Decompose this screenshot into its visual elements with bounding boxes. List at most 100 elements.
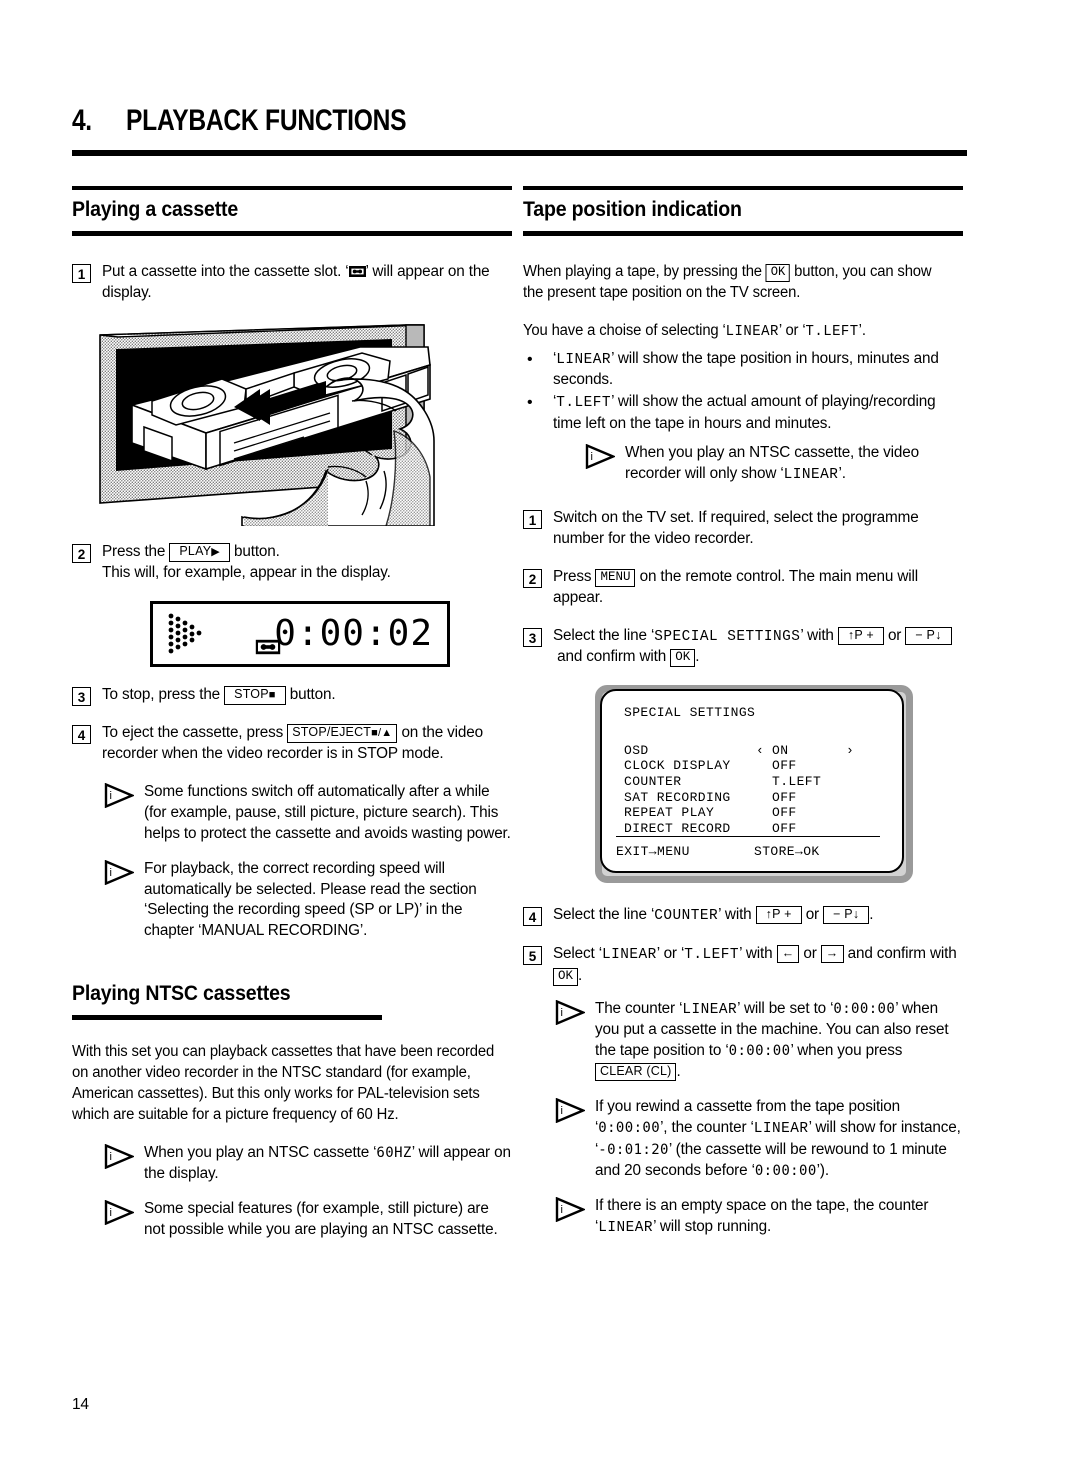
note-text: When you play an NTSC cassette, the vide… <box>625 443 963 486</box>
step-2: 2 Press the PLAY▶ button. This will, for … <box>72 542 512 584</box>
ok-button-key[interactable]: OK <box>765 264 791 282</box>
osd-menu-row[interactable]: DIRECT RECORD OFF <box>624 821 886 837</box>
step3-mid3: and confirm with <box>557 648 667 666</box>
step2-before: Press <box>553 567 592 585</box>
play-button-key[interactable]: PLAY▶ <box>169 542 230 562</box>
chapter-divider <box>72 150 967 156</box>
stop-eject-button-key[interactable]: STOP/EJECT■/▲ <box>287 723 398 743</box>
step5-mid1: ’ with <box>739 944 773 962</box>
step4-mid2: or <box>805 906 820 924</box>
choice-paragraph: You have a choise of selecting ‘LINEAR’ … <box>523 321 950 343</box>
nc-t1: The counter ‘ <box>595 999 683 1017</box>
menu-item-special-settings: SPECIAL SETTINGS <box>654 628 801 645</box>
osd-row-value: OFF <box>772 758 797 774</box>
svg-text:i: i <box>110 867 112 879</box>
step4-text-before: To eject the cassette, press <box>102 723 284 741</box>
osd-right-arrow-icon[interactable]: › <box>846 743 864 759</box>
osd-row-label: CLOCK DISPLAY <box>624 758 731 774</box>
clear-button-key[interactable]: CLEAR (CL) <box>595 1063 677 1082</box>
osd-footer-divider <box>616 835 880 838</box>
step-3: 3 Select the line ‘SPECIAL SETTINGS’ wit… <box>523 626 963 669</box>
ok-button-key[interactable]: OK <box>553 967 579 986</box>
info-triangle-icon: i <box>104 1143 136 1170</box>
bullet-marker: • <box>527 394 533 412</box>
note-text: If you rewind a cassette from the tape p… <box>595 1097 963 1182</box>
bullet-text: ‘LINEAR’ will show the tape position in … <box>553 349 939 389</box>
osd-row-label: OSD <box>624 742 649 758</box>
osd-menu-row[interactable]: CLOCK DISPLAY OFF <box>624 758 886 774</box>
left-column: Playing a cassette 1 Put a cassette into… <box>72 186 512 1255</box>
menu-button-key[interactable]: MENU <box>595 568 636 587</box>
manual-page: 4. PLAYBACK FUNCTIONS Playing a cassette… <box>0 0 1080 1473</box>
arrow-left-button-key[interactable]: ← <box>776 944 800 963</box>
play-key-label: PLAY <box>179 543 212 558</box>
osd-left-arrow-icon[interactable]: ‹ <box>756 743 772 759</box>
step4-before: Select the line ‘ <box>553 906 655 924</box>
option-linear: LINEAR <box>601 946 657 963</box>
segment-counter-zero: 0:00:00 <box>833 1000 896 1017</box>
note-text: If there is an empty space on the tape, … <box>595 1196 963 1239</box>
right-column: Tape position indication When playing a … <box>523 186 963 1253</box>
osd-menu-row[interactable]: COUNTER T.LEFT <box>624 774 886 790</box>
arrow-right-button-key[interactable]: → <box>820 944 844 963</box>
ok-key-label: OK <box>558 968 574 983</box>
step-text: To eject the cassette, press STOP/EJECT■… <box>102 723 512 765</box>
step-text: Switch on the TV set. If required, selec… <box>553 508 919 547</box>
svg-text:i: i <box>110 1151 112 1163</box>
step-text: Press the PLAY▶ button. This will, for ex… <box>102 542 512 584</box>
section-rule-bottom <box>72 231 512 236</box>
channel-down-button-key[interactable]: − P↓ <box>905 626 952 645</box>
bullet-marker: • <box>527 350 533 368</box>
ok-button-key[interactable]: OK <box>670 649 696 668</box>
step3-text-before: To stop, press the <box>102 685 221 703</box>
arrow-left-icon: ← <box>781 945 795 960</box>
channel-up-button-key[interactable]: ↑P + <box>755 906 802 925</box>
choice-before: You have a choise of selecting ‘ <box>523 321 726 339</box>
step-text: Put a cassette into the cassette slot. ‘… <box>102 262 512 304</box>
channel-down-button-key[interactable]: − P↓ <box>823 906 870 925</box>
segment-counter-zero: 0:00:00 <box>598 1120 661 1137</box>
vfd-display: 0:00:02 <box>150 600 450 667</box>
stop-button-key[interactable]: STOP■ <box>224 685 286 705</box>
step-1: 1 Put a cassette into the cassette slot.… <box>72 262 512 304</box>
step2-text-before: Press the <box>102 542 166 560</box>
step-number: 1 <box>523 509 542 529</box>
osd-footer-exit: EXIT→MENU <box>616 844 690 860</box>
osd-menu-row[interactable]: REPEAT PLAY OFF <box>624 805 886 821</box>
osd-row-value: OFF <box>772 789 797 805</box>
note-counter-reset: i The counter ‘LINEAR’ will be set to ‘0… <box>523 999 963 1084</box>
arrow-right-icon: → <box>825 945 839 960</box>
ntsc-linear-before: When you play an NTSC cassette, the vide… <box>625 444 919 482</box>
option-linear: LINEAR <box>556 351 612 368</box>
step-text: Select the line ‘COUNTER’ with ↑P + or −… <box>553 905 963 927</box>
step-number: 2 <box>523 568 542 588</box>
svg-text:i: i <box>110 1207 112 1219</box>
step3-mid2: or <box>887 626 902 644</box>
osd-menu-title: SPECIAL SETTINGS <box>624 705 756 721</box>
step3-after: . <box>695 648 700 666</box>
section-tape-position-header: Tape position indication <box>523 186 963 236</box>
ok-key-label: OK <box>770 265 786 279</box>
choice-mid: ’ or ‘ <box>778 321 806 339</box>
step-5: 5 Select ‘LINEAR’ or ‘T.LEFT’ with ← or … <box>523 944 963 987</box>
note-text: When you play an NTSC cassette ‘60HZ’ wi… <box>144 1143 512 1185</box>
note-text: For playback, the correct recording spee… <box>144 859 477 940</box>
option-linear: LINEAR <box>725 323 779 340</box>
osd-row-label: SAT RECORDING <box>624 789 731 805</box>
channel-down-label: − P↓ <box>915 627 942 642</box>
channel-up-button-key[interactable]: ↑P + <box>837 626 884 645</box>
channel-up-label: ↑P + <box>847 627 874 642</box>
intro-before: When playing a tape, by pressing the <box>523 263 762 280</box>
osd-row-value: OFF <box>772 805 797 821</box>
segment-counter-zero: 0:00:00 <box>728 1043 791 1060</box>
option-tleft: T.LEFT <box>556 395 612 412</box>
osd-menu-row[interactable]: SAT RECORDING OFF <box>624 790 886 806</box>
bullet-text: ‘T.LEFT’ will show the actual amount of … <box>553 393 936 433</box>
step-1: 1 Switch on the TV set. If required, sel… <box>523 508 963 550</box>
step-number: 5 <box>523 945 542 965</box>
osd-menu-row[interactable]: OSD ‹ ON › <box>624 743 886 759</box>
segment-counter-negative: -0:01:20 <box>598 1141 669 1158</box>
osd-row-label: REPEAT PLAY <box>624 805 715 821</box>
vfd-time-value: 0:00:02 <box>274 612 433 654</box>
step4-mid1: ’ with <box>718 906 752 924</box>
